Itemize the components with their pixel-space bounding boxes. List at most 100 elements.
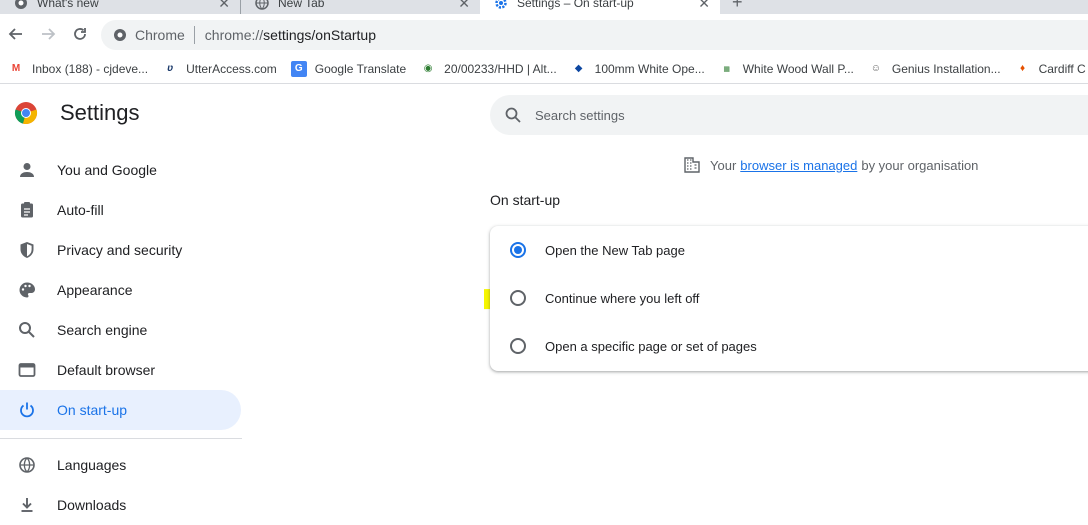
option-open-new-tab[interactable]: Open the New Tab page	[490, 226, 1088, 274]
option-label: Open a specific page or set of pages	[545, 338, 757, 354]
chip-label: Chrome	[135, 27, 185, 43]
tab-settings[interactable]: Settings – On start-up ✕	[480, 0, 720, 14]
search-placeholder: Search settings	[535, 107, 625, 123]
sidebar-item-on-start-up[interactable]: On start-up	[0, 390, 241, 430]
chrome-logo-icon	[14, 102, 38, 125]
arrow-left-icon	[8, 28, 22, 40]
settings-sidebar: You and Google Auto-fill Privacy and sec…	[0, 150, 242, 525]
download-icon	[18, 496, 36, 514]
reload-icon	[74, 28, 86, 40]
close-icon[interactable]: ✕	[458, 0, 470, 12]
council-icon: ◉	[423, 63, 433, 74]
back-button[interactable]	[0, 18, 32, 50]
new-tab-button[interactable]: +	[732, 0, 743, 13]
bookmark-item[interactable]: ◉ 20/00233/HHD | Alt...	[420, 61, 563, 77]
flame-icon: ♦	[1020, 63, 1026, 74]
gmail-icon: M	[11, 63, 21, 74]
layers-icon: ◆	[574, 63, 583, 74]
bookmark-label: Cardiff C	[1038, 61, 1086, 76]
gear-icon	[494, 0, 508, 10]
bookmark-item[interactable]: ◆ 100mm White Ope...	[571, 61, 711, 77]
url-path: settings/onStartup	[263, 27, 377, 43]
bookmark-item[interactable]: ☺ Genius Installation...	[868, 61, 1007, 77]
toolbar: Chrome chrome://settings/onStartup	[0, 14, 1088, 54]
url-scheme: chrome://	[204, 27, 264, 43]
browser-managed-link[interactable]: browser is managed	[740, 158, 857, 173]
search-icon	[18, 321, 36, 339]
sidebar-item-languages[interactable]: Languages	[0, 445, 242, 485]
settings-header: Settings	[14, 100, 140, 126]
forward-button[interactable]	[32, 18, 64, 50]
sidebar-divider	[0, 438, 242, 439]
globe-icon	[18, 456, 36, 474]
site-chip[interactable]: Chrome	[113, 26, 195, 44]
tab-title: What's new	[37, 0, 99, 10]
translate-icon: G	[290, 60, 307, 77]
power-icon	[18, 401, 36, 419]
tab-title: Settings – On start-up	[517, 0, 634, 10]
sidebar-item-search-engine[interactable]: Search engine	[0, 310, 242, 350]
option-label: Open the New Tab page	[545, 242, 685, 258]
sidebar-item-label: Auto-fill	[57, 202, 104, 218]
close-icon[interactable]: ✕	[218, 0, 230, 12]
bookmark-item[interactable]: ▦ White Wood Wall P...	[719, 61, 860, 77]
bookmark-label: Google Translate	[314, 61, 407, 76]
sidebar-item-label: Privacy and security	[57, 242, 183, 258]
page-title: Settings	[60, 100, 140, 125]
bookmarks-bar: M Inbox (188) - cjdeve... ʋ UtterAccess.co…	[0, 54, 1088, 84]
managed-prefix: Your	[710, 157, 737, 173]
sidebar-item-label: On start-up	[57, 402, 128, 418]
bookmark-label: Inbox (188) - cjdeve...	[32, 61, 149, 76]
person-icon	[18, 161, 36, 179]
bookmark-item[interactable]: G Google Translate	[290, 60, 412, 77]
tab-title: New Tab	[278, 0, 325, 10]
url-text: chrome://settings/onStartup	[205, 27, 376, 43]
easy-panels-icon: ▦	[723, 65, 731, 73]
sidebar-item-downloads[interactable]: Downloads	[0, 485, 242, 525]
sidebar-item-label: Default browser	[57, 362, 156, 378]
bookmark-label: White Wood Wall P...	[742, 61, 854, 76]
sidebar-item-auto-fill[interactable]: Auto-fill	[0, 190, 242, 230]
sidebar-item-privacy-and-security[interactable]: Privacy and security	[0, 230, 242, 270]
genius-icon: ☺	[870, 63, 881, 74]
chrome-icon	[114, 29, 126, 41]
arrow-right-icon	[42, 28, 56, 40]
bookmark-label: UtterAccess.com	[186, 61, 277, 76]
sidebar-item-appearance[interactable]: Appearance	[0, 270, 242, 310]
option-label: Continue where you left off	[545, 290, 700, 306]
sidebar-item-you-and-google[interactable]: You and Google	[0, 150, 242, 190]
sidebar-item-label: Search engine	[57, 322, 148, 338]
tab-strip: What's new ✕ New Tab ✕ Settings – On sta…	[0, 0, 1088, 14]
bookmark-label: 100mm White Ope...	[594, 61, 705, 76]
radio-button[interactable]	[510, 290, 526, 306]
sidebar-item-default-browser[interactable]: Default browser	[0, 350, 242, 390]
search-settings-input[interactable]: Search settings	[490, 95, 1088, 135]
section-title: On start-up	[490, 192, 561, 208]
startup-options-card: Open the New Tab page Continue where you…	[490, 226, 1088, 371]
building-icon	[684, 157, 700, 173]
radio-button[interactable]	[510, 242, 526, 258]
close-icon[interactable]: ✕	[698, 0, 710, 12]
address-bar[interactable]: Chrome chrome://settings/onStartup	[101, 20, 1088, 50]
chrome-icon	[14, 0, 28, 10]
reload-button[interactable]	[64, 18, 96, 50]
clipboard-icon	[18, 201, 36, 219]
browser-window-icon	[18, 361, 36, 379]
sidebar-item-label: Appearance	[57, 282, 133, 298]
tab-whats-new[interactable]: What's new ✕	[0, 0, 240, 14]
bookmark-item[interactable]: ♦ Cardiff C	[1015, 61, 1088, 77]
bookmark-item[interactable]: ʋ UtterAccess.com	[162, 61, 283, 77]
bookmark-item[interactable]: M Inbox (188) - cjdeve...	[8, 61, 154, 77]
bookmark-label: Genius Installation...	[891, 61, 1001, 76]
search-icon	[505, 107, 521, 123]
tab-new-tab[interactable]: New Tab ✕	[240, 0, 480, 14]
shield-icon	[18, 241, 36, 259]
sidebar-item-label: Languages	[57, 457, 127, 473]
radio-button[interactable]	[510, 338, 526, 354]
sidebar-item-label: Downloads	[57, 497, 127, 513]
managed-suffix: by your organisation	[861, 157, 979, 173]
option-open-specific-pages[interactable]: Open a specific page or set of pages	[490, 322, 1088, 370]
managed-notice: Your browser is managed by your organisa…	[683, 156, 978, 174]
globe-icon	[255, 0, 269, 10]
option-continue-where-left-off[interactable]: Continue where you left off	[490, 274, 1088, 322]
